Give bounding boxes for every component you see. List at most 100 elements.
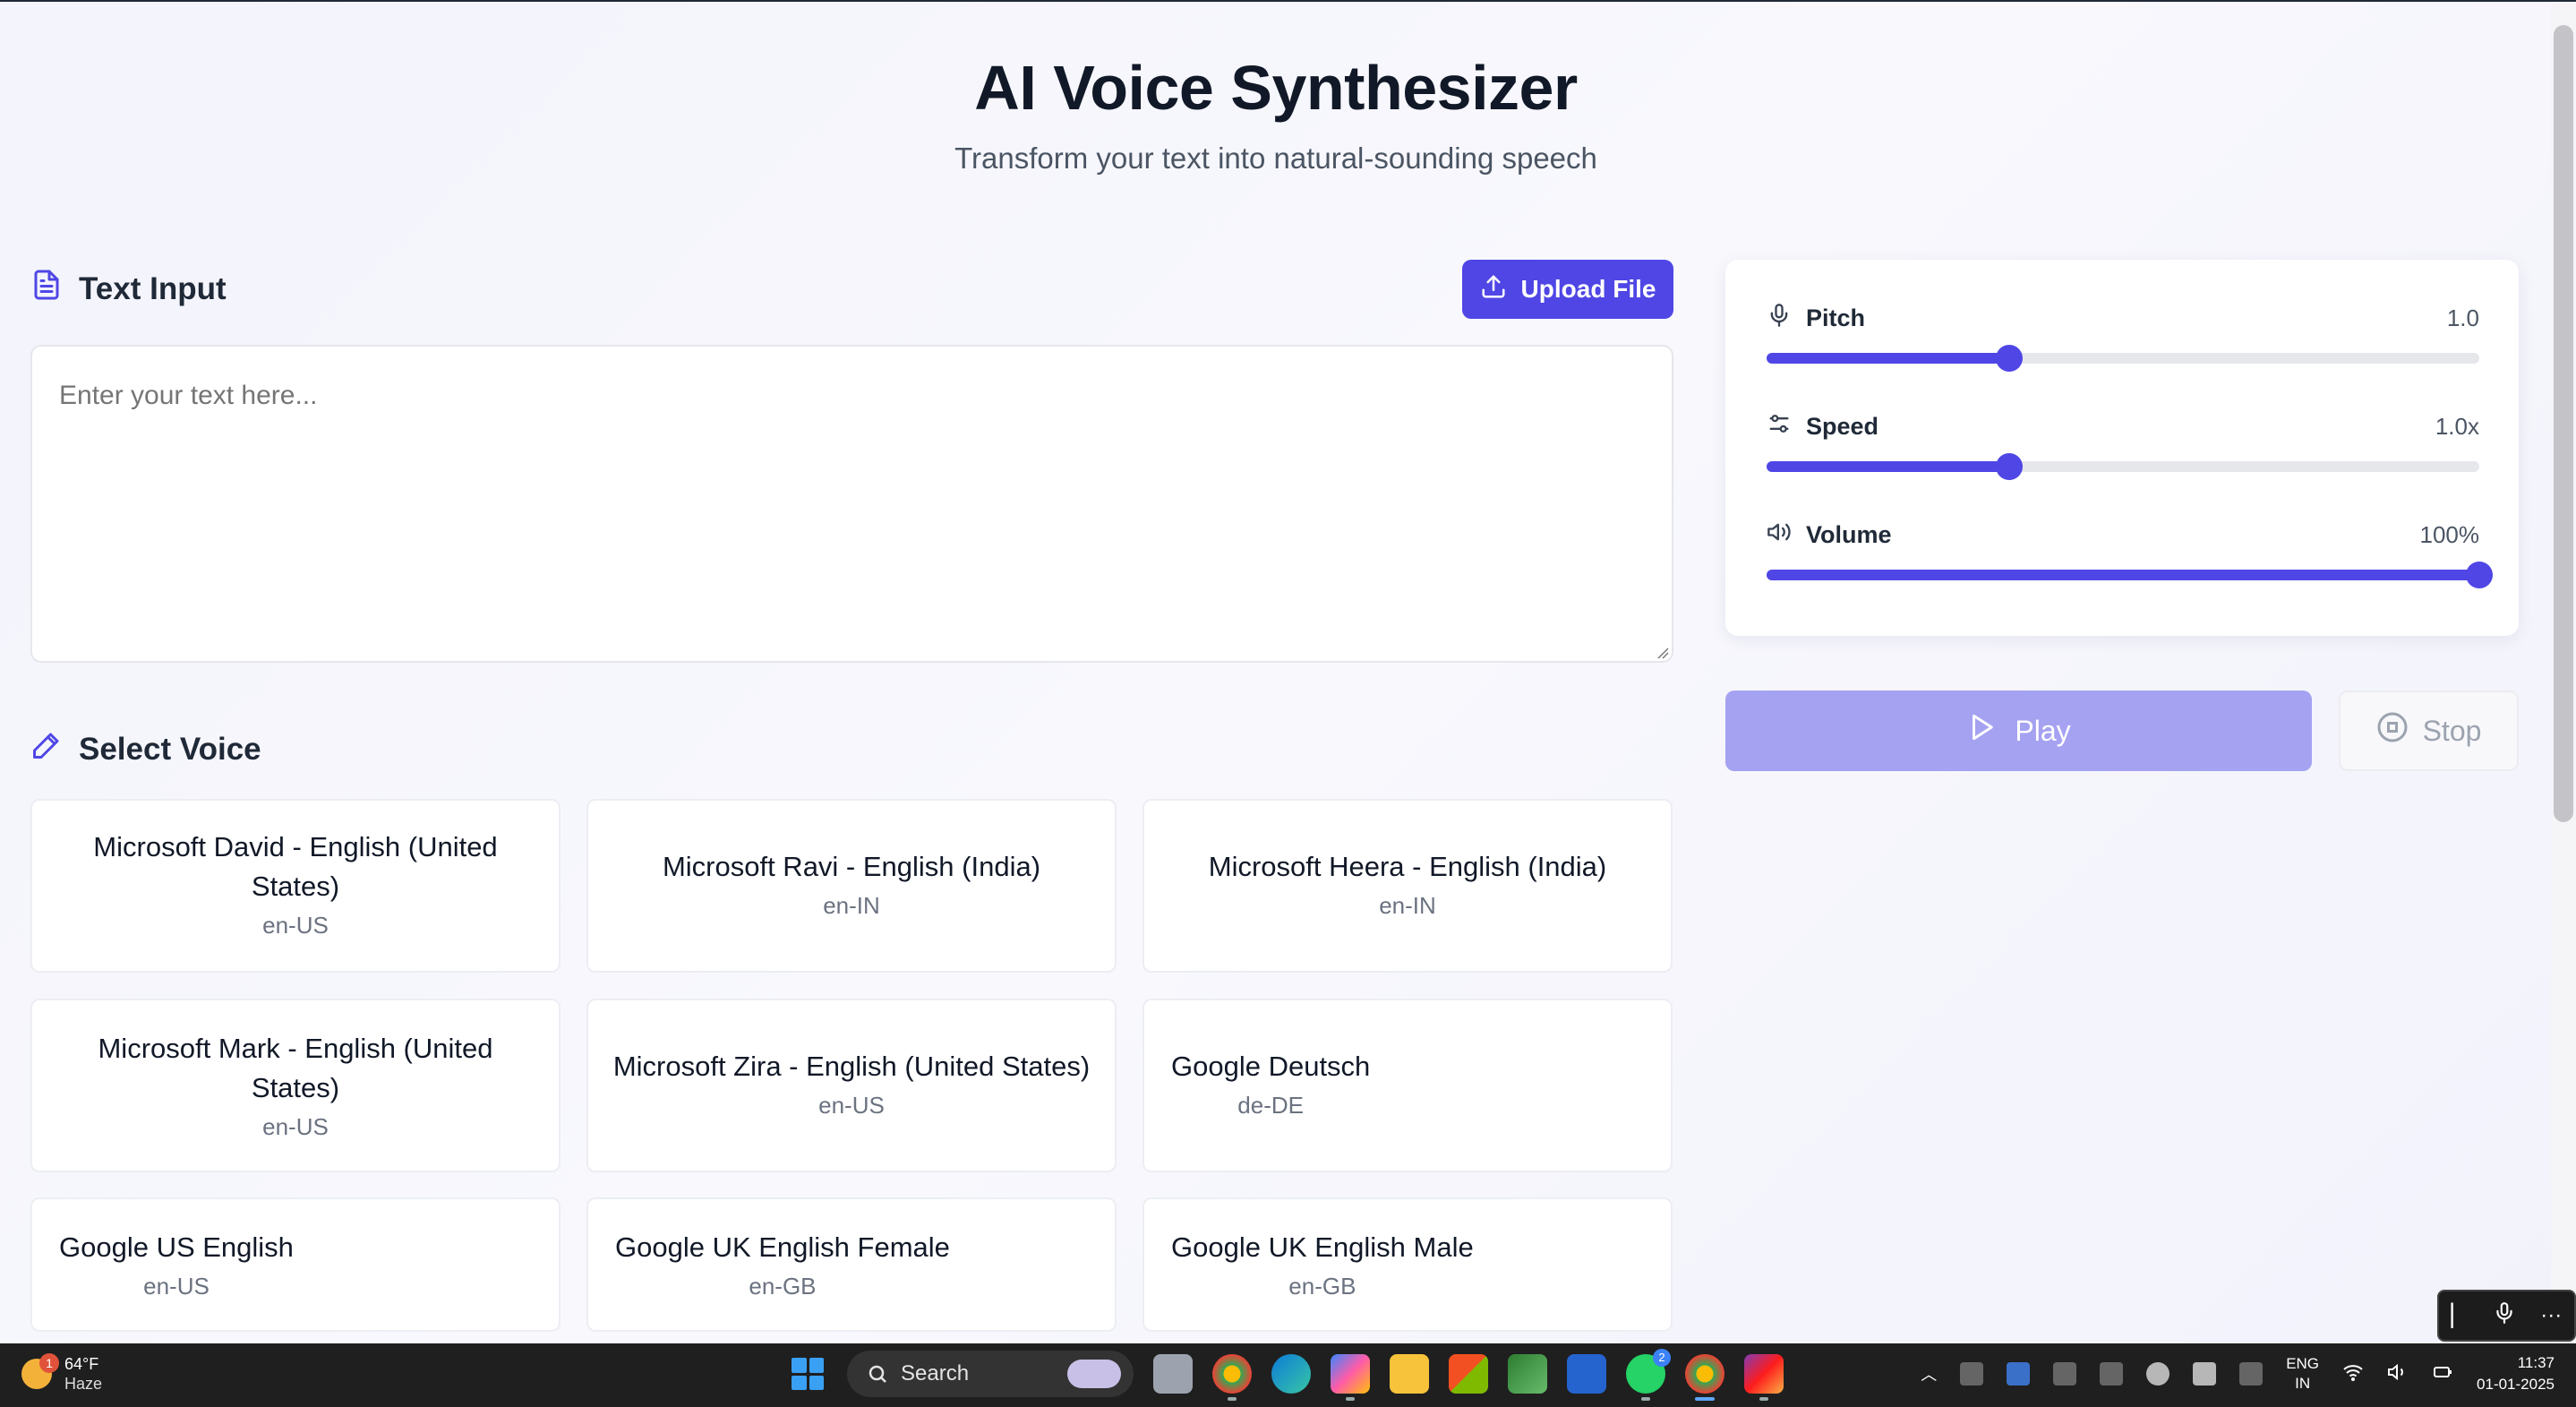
windows-taskbar: 1 64°F Haze Search 2 ︿ ENG IN 11:37 01-0… — [0, 1343, 2576, 1407]
todo-icon[interactable] — [1567, 1354, 1606, 1394]
scrollbar-thumb[interactable] — [2554, 25, 2573, 822]
voice-lang: en-GB — [1288, 1273, 1356, 1300]
speed-slider[interactable] — [1767, 453, 2479, 480]
window-top-border — [0, 0, 2576, 2]
microphone-icon — [1767, 303, 1792, 334]
weather-icon: 1 — [21, 1353, 59, 1389]
tray-app-icon[interactable] — [1960, 1362, 1984, 1386]
page-title: AI Voice Synthesizer — [974, 53, 1578, 123]
voice-lang: en-US — [143, 1273, 210, 1300]
voice-name: Microsoft Heera - English (India) — [1208, 851, 1607, 882]
chrome-active-icon[interactable] — [1685, 1354, 1724, 1401]
speed-slider-thumb[interactable] — [1995, 453, 2023, 480]
windows-start-icon[interactable] — [788, 1354, 827, 1394]
copilot-icon[interactable] — [1331, 1354, 1370, 1401]
voice-lang: en-US — [262, 912, 329, 939]
battery-icon[interactable] — [2432, 1361, 2453, 1387]
select-voice-heading-label: Select Voice — [79, 731, 261, 767]
upload-file-button[interactable]: Upload File — [1462, 260, 1673, 319]
voice-name: Microsoft Mark - English (United States) — [98, 1033, 493, 1103]
volume-slider[interactable] — [1767, 562, 2493, 588]
voice-lang: de-DE — [1237, 1092, 1304, 1119]
pitch-slider[interactable] — [1767, 345, 2479, 372]
voice-card-content: Google UK English Female en-GB — [615, 1228, 950, 1300]
chevron-up-icon[interactable]: ︿ — [1921, 1362, 1937, 1386]
volume-tray-icon[interactable] — [2387, 1361, 2409, 1387]
volume-value: 100% — [2419, 521, 2480, 548]
voice-settings-panel: Pitch 1.0 Speed 1.0x Volume 100% — [1725, 260, 2519, 636]
voice-typing-toolbar: ▏ ··· — [2437, 1290, 2576, 1342]
taskbar-search[interactable]: Search — [847, 1351, 1134, 1397]
weather-widget[interactable]: 1 64°F Haze — [21, 1353, 102, 1394]
language-region: IN — [2295, 1375, 2311, 1392]
weather-text: 64°F Haze — [64, 1354, 102, 1394]
voice-card-content: Google Deutsch de-DE — [1171, 1047, 1370, 1120]
tray-mail-icon[interactable] — [2100, 1362, 2124, 1386]
voice-lang: en-IN — [1379, 892, 1436, 919]
pitch-label: Pitch — [1767, 303, 1865, 334]
system-tray: ︿ ENG IN 11:37 01-01-2025 — [1921, 1352, 2555, 1395]
page-subtitle: Transform your text into natural-soundin… — [954, 142, 1597, 175]
clock-time: 11:37 — [2517, 1354, 2555, 1371]
voice-name: Microsoft David - English (United States… — [93, 831, 498, 902]
whatsapp-badge: 2 — [1653, 1349, 1671, 1367]
stop-button[interactable]: Stop — [2339, 691, 2519, 771]
voice-card-content: Google US English en-US — [59, 1228, 294, 1300]
chrome-icon[interactable] — [1212, 1354, 1252, 1401]
voice-name: Microsoft Zira - English (United States) — [612, 1051, 1091, 1082]
microsoft-store-icon[interactable] — [1449, 1354, 1488, 1394]
voice-card-microsoft-heera[interactable]: Microsoft Heera - English (India) en-IN — [1143, 799, 1673, 973]
voice-name: Google UK English Female — [615, 1231, 950, 1263]
volume-label-text: Volume — [1806, 521, 1892, 548]
language-code: ENG — [2286, 1355, 2320, 1372]
sliders-icon — [1767, 411, 1792, 442]
page-scrollbar[interactable] — [2551, 2, 2576, 1343]
tray-d-icon[interactable] — [2146, 1362, 2170, 1386]
tray-sync-icon[interactable] — [2053, 1362, 2077, 1386]
voice-card-google-us-english[interactable]: Google US English en-US — [30, 1197, 561, 1332]
voice-lang: en-US — [818, 1092, 885, 1119]
app-grid-icon[interactable] — [1508, 1354, 1547, 1394]
voice-name: Microsoft Ravi - English (India) — [662, 851, 1041, 882]
voice-card-microsoft-zira[interactable]: Microsoft Zira - English (United States)… — [586, 999, 1117, 1172]
language-indicator[interactable]: ENG IN — [2286, 1354, 2319, 1394]
document-icon — [30, 269, 63, 309]
voice-card-google-deutsch[interactable]: Google Deutsch de-DE — [1143, 999, 1673, 1172]
task-view-icon[interactable] — [1153, 1354, 1193, 1394]
drag-handle-icon[interactable]: ▏ — [2452, 1303, 2468, 1329]
play-button[interactable]: Play — [1725, 691, 2312, 771]
pitch-slider-fill — [1767, 353, 2009, 364]
voice-card-google-uk-english-male[interactable]: Google UK English Male en-GB — [1143, 1197, 1673, 1332]
voice-name: Google Deutsch — [1171, 1051, 1371, 1082]
wifi-icon[interactable] — [2342, 1361, 2364, 1387]
tablet-icon[interactable] — [2239, 1362, 2264, 1386]
text-input-heading-label: Text Input — [79, 270, 227, 306]
voice-card-microsoft-david[interactable]: Microsoft David - English (United States… — [30, 799, 561, 973]
volume-slider-fill — [1767, 570, 2479, 580]
weather-temperature: 64°F — [64, 1355, 99, 1373]
more-options-icon[interactable]: ··· — [2540, 1303, 2562, 1328]
text-input-area[interactable] — [30, 345, 1673, 663]
taskbar-apps: Search 2 — [788, 1349, 1784, 1401]
voice-card-content: Google UK English Male en-GB — [1171, 1228, 1474, 1300]
voice-card-microsoft-mark[interactable]: Microsoft Mark - English (United States)… — [30, 999, 561, 1172]
resize-grip-icon[interactable] — [1656, 647, 1669, 659]
voice-name: Google US English — [59, 1231, 294, 1263]
select-voice-heading: Select Voice — [30, 729, 261, 769]
file-explorer-icon[interactable] — [1390, 1354, 1429, 1394]
pitch-slider-thumb[interactable] — [1995, 345, 2023, 372]
google-drive-icon[interactable] — [2007, 1362, 2031, 1386]
volume-label: Volume — [1767, 519, 1892, 551]
clock[interactable]: 11:37 01-01-2025 — [2477, 1352, 2555, 1395]
volume-slider-thumb[interactable] — [2466, 562, 2493, 588]
voice-name: Google UK English Male — [1171, 1231, 1474, 1263]
voice-card-google-uk-english-female[interactable]: Google UK English Female en-GB — [586, 1197, 1117, 1332]
play-icon — [1966, 712, 1997, 750]
edge-icon[interactable] — [1271, 1354, 1311, 1394]
whatsapp-icon[interactable]: 2 — [1626, 1349, 1671, 1401]
speaker-icon — [1767, 519, 1792, 551]
microphone-icon[interactable] — [2493, 1301, 2516, 1331]
onedrive-icon[interactable] — [2193, 1362, 2217, 1386]
instagram-icon[interactable] — [1744, 1354, 1784, 1401]
voice-card-microsoft-ravi[interactable]: Microsoft Ravi - English (India) en-IN — [586, 799, 1117, 973]
